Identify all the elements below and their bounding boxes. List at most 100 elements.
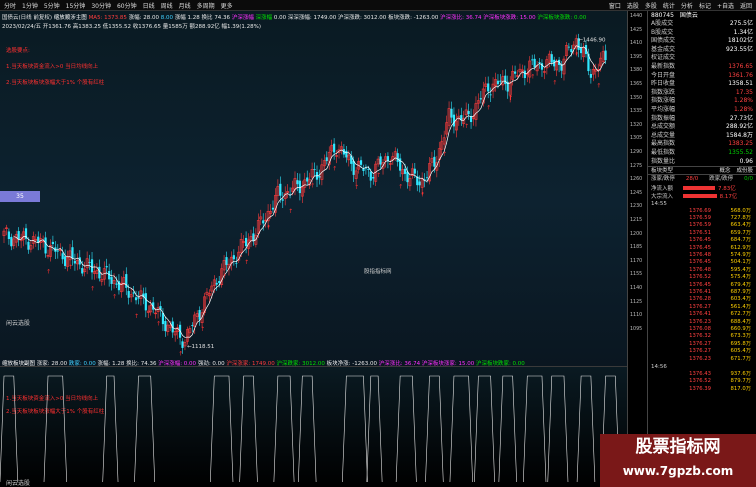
candle-body[interactable] (244, 237, 248, 247)
candle-body[interactable] (499, 80, 502, 82)
candle-body[interactable] (538, 62, 541, 63)
candle-body[interactable] (191, 325, 194, 326)
price-axis[interactable]: 1440 1425 1410 1395 1380 1365 1350 1335 1320 1305… (627, 11, 647, 487)
candle-body[interactable] (313, 169, 316, 170)
candle-body[interactable] (489, 94, 492, 96)
candle-body[interactable] (352, 160, 355, 175)
tab-components[interactable]: 成份股 (733, 167, 756, 174)
candle-body[interactable] (406, 171, 409, 183)
candle-body[interactable] (88, 262, 91, 263)
candle-body[interactable] (115, 283, 118, 285)
candle-body[interactable] (56, 250, 59, 252)
candle-body[interactable] (17, 231, 20, 240)
candlestick-chart[interactable]: ↑ ↑ ↑ ↑ ↑ ↑ ↑ ↑ ↑ ↑ ↑ ↑ ↑ ↑ ↑ ↑ ↑ ↑ ↑ ↑ ↑ ↑ ↑ ↑ ↑ ↑ ←1446.90 ←1118.… (0, 26, 627, 371)
candle-body[interactable] (225, 257, 228, 265)
tab-monthly[interactable]: 月线 (179, 1, 191, 10)
candle-body[interactable] (232, 255, 235, 260)
candle-body[interactable] (418, 181, 421, 186)
stats-button[interactable]: 统计 (663, 1, 675, 10)
candle-body[interactable] (271, 207, 275, 210)
candle-body[interactable] (567, 46, 570, 48)
candle-body[interactable] (570, 48, 573, 53)
candle-body[interactable] (215, 282, 218, 285)
candle-body[interactable] (110, 277, 113, 284)
tab-60min[interactable]: 60分钟 (117, 1, 137, 10)
multi-stock-button[interactable]: 多股 (645, 1, 657, 10)
candle-body[interactable] (296, 180, 299, 185)
candle-body[interactable] (279, 183, 282, 196)
candle-body[interactable] (367, 169, 370, 170)
tab-daily[interactable]: 日线 (143, 1, 155, 10)
candle-body[interactable] (137, 297, 140, 299)
candle-body[interactable] (318, 176, 321, 178)
back-button[interactable]: 返回 (740, 1, 752, 10)
candle-body[interactable] (450, 108, 453, 118)
candle-body[interactable] (325, 157, 328, 162)
candle-body[interactable] (580, 47, 583, 54)
candle-body[interactable] (425, 177, 429, 179)
candle-body[interactable] (81, 268, 84, 274)
candle-body[interactable] (345, 150, 348, 158)
tab-weekly[interactable]: 周线 (161, 1, 173, 10)
window-button[interactable]: 窗口 (609, 1, 621, 10)
tick-list[interactable]: 1376.69 568.0万 1376.59 727.8万 1376.59 663.4万 1… (648, 208, 756, 363)
candle-body[interactable] (27, 241, 30, 250)
analysis-button[interactable]: 分析 (681, 1, 693, 10)
candle-body[interactable] (452, 114, 456, 127)
candle-body[interactable] (64, 256, 67, 267)
candle-body[interactable] (531, 59, 534, 61)
indicator-name[interactable]: 缩放顺涉主图 (54, 15, 87, 21)
candle-body[interactable] (433, 156, 436, 167)
candle-body[interactable] (90, 259, 94, 273)
sub-indicator-name[interactable]: 缩放板块副图 (2, 361, 35, 367)
candle-body[interactable] (333, 143, 336, 153)
candle-body[interactable] (61, 253, 64, 260)
candle-body[interactable] (281, 199, 284, 201)
candle-body[interactable] (181, 341, 184, 348)
tab-5min[interactable]: 5分钟 (44, 1, 60, 10)
mark-button[interactable]: 标记 (699, 1, 711, 10)
candle-body[interactable] (306, 177, 309, 182)
candle-body[interactable] (396, 153, 399, 162)
candle-body[interactable] (134, 297, 138, 301)
candle-body[interactable] (372, 176, 375, 179)
candle-body[interactable] (403, 168, 407, 174)
candle-body[interactable] (262, 220, 265, 224)
candle-body[interactable] (7, 231, 10, 240)
candle-body[interactable] (589, 73, 592, 78)
candle-body[interactable] (298, 180, 301, 194)
candle-body[interactable] (132, 292, 135, 294)
candle-body[interactable] (127, 291, 130, 298)
tab-30min[interactable]: 30分钟 (91, 1, 111, 10)
candle-body[interactable] (44, 237, 47, 254)
candle-body[interactable] (504, 75, 507, 84)
candle-body[interactable] (533, 58, 536, 68)
candle-body[interactable] (513, 71, 517, 74)
candle-body[interactable] (198, 310, 201, 320)
candle-body[interactable] (144, 293, 147, 311)
candle-body[interactable] (550, 54, 553, 63)
candle-body[interactable] (379, 156, 382, 165)
candle-body[interactable] (413, 168, 416, 174)
candle-body[interactable] (218, 281, 221, 283)
candle-body[interactable] (164, 320, 167, 332)
candle-body[interactable] (359, 160, 363, 165)
tab-15min[interactable]: 15分钟 (66, 1, 86, 10)
candle-body[interactable] (523, 70, 526, 79)
candle-body[interactable] (604, 50, 607, 61)
tab-concept[interactable]: 概念 (716, 167, 733, 174)
candle-body[interactable] (105, 266, 108, 268)
select-stock-button[interactable]: 选股 (627, 1, 639, 10)
candle-body[interactable] (487, 83, 490, 92)
candle-body[interactable] (369, 171, 372, 181)
tab-more[interactable]: 更多 (221, 1, 233, 10)
candle-body[interactable] (496, 80, 500, 85)
candle-body[interactable] (479, 98, 482, 100)
tab-1min[interactable]: 1分钟 (22, 1, 38, 10)
candle-body[interactable] (252, 233, 255, 241)
candle-body[interactable] (467, 111, 470, 115)
candle-body[interactable] (235, 262, 238, 264)
sub-indicator-chart[interactable] (0, 372, 627, 484)
tab-board-type[interactable]: 板块类型 (648, 167, 676, 174)
add-watchlist-button[interactable]: +自选 (717, 1, 734, 10)
